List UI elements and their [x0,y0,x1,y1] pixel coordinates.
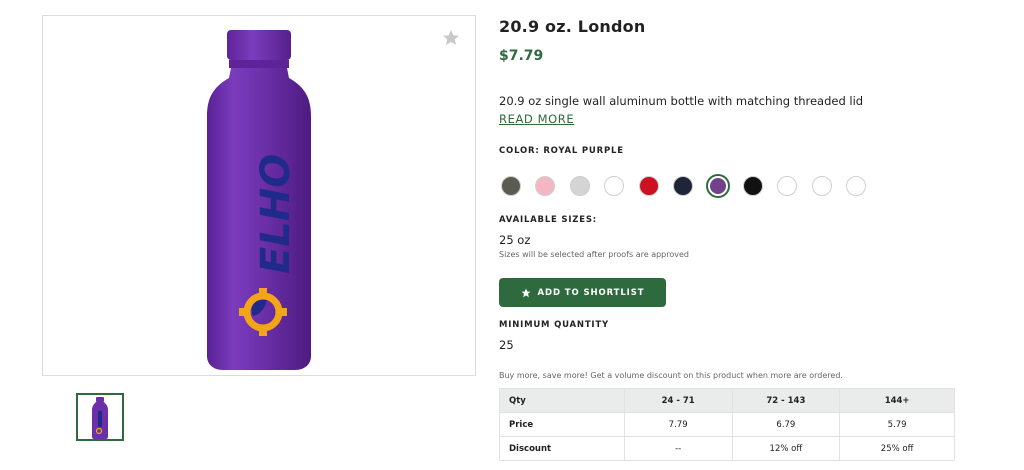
table-header-cell: 72 - 143 [731,388,841,413]
table-header-cell: 24 - 71 [623,388,733,413]
favorite-star-icon[interactable] [441,28,461,48]
table-cell: 12% off [731,436,841,461]
bottle-image: ELHO [207,30,311,370]
selected-swatch-fill [710,178,726,194]
table-row: Discount -- 12% off 25% off [499,436,955,461]
svg-text:ELHO: ELHO [253,154,299,274]
color-swatch-white-2[interactable] [777,176,797,196]
color-swatch-royal-purple[interactable] [706,174,730,198]
minimum-quantity-label: MINIMUM QUANTITY [499,320,609,330]
color-swatch-white[interactable] [604,176,624,196]
color-swatch-light-gray[interactable] [570,176,590,196]
color-swatch-navy[interactable] [673,176,693,196]
color-swatch-gray[interactable] [501,176,521,196]
color-label: COLOR: ROYAL PURPLE [499,146,624,156]
color-swatch-red[interactable] [639,176,659,196]
color-swatch-black[interactable] [743,176,763,196]
color-label-prefix: COLOR: [499,146,540,156]
volume-discount-note: Buy more, save more! Get a volume discou… [499,371,843,380]
read-more-link[interactable]: READ MORE [499,112,574,126]
table-cell: -- [623,436,733,461]
color-swatch-white-3[interactable] [812,176,832,196]
color-swatch-white-4[interactable] [846,176,866,196]
product-main-image[interactable]: ELHO [42,15,476,376]
table-cell: Discount [499,436,625,461]
table-header-row: Qty 24 - 71 72 - 143 144+ [499,388,955,413]
table-cell: 25% off [839,436,955,461]
product-description: 20.9 oz single wall aluminum bottle with… [499,94,864,108]
product-title: 20.9 oz. London [499,17,646,36]
pricing-table: Qty 24 - 71 72 - 143 144+ Price 7.79 6.7… [499,388,955,461]
add-to-shortlist-button[interactable]: ADD TO SHORTLIST [499,278,666,307]
shortlist-label: ADD TO SHORTLIST [537,287,645,298]
selected-color-name: ROYAL PURPLE [543,146,624,156]
product-thumbnail[interactable] [76,393,124,441]
color-swatch-pink[interactable] [535,176,555,196]
size-note: Sizes will be selected after proofs are … [499,250,689,259]
table-cell: 6.79 [731,412,841,437]
table-cell: Price [499,412,625,437]
product-price: $7.79 [499,48,544,64]
table-header-cell: Qty [499,388,625,413]
size-value: 25 oz [499,233,531,247]
color-swatches [499,174,879,198]
minimum-quantity-value: 25 [499,338,514,352]
star-icon [521,288,531,297]
table-row: Price 7.79 6.79 5.79 [499,412,955,437]
table-cell: 7.79 [623,412,733,437]
table-header-cell: 144+ [839,388,955,413]
available-sizes-label: AVAILABLE SIZES: [499,215,597,225]
bottle-thumbnail-image [92,397,108,439]
table-cell: 5.79 [839,412,955,437]
